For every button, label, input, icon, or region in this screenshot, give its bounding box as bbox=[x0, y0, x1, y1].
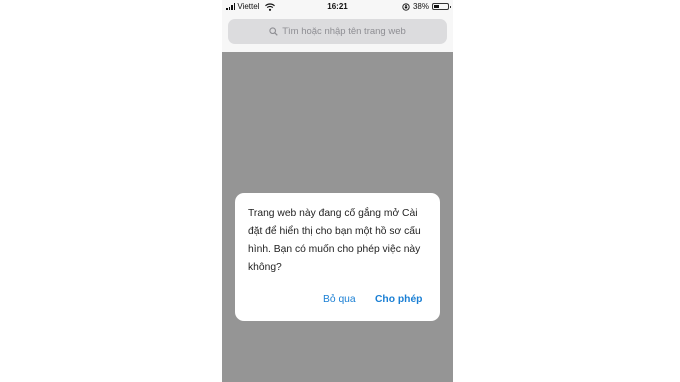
allow-button[interactable]: Cho phép bbox=[375, 294, 422, 305]
skip-button[interactable]: Bỏ qua bbox=[323, 294, 356, 305]
search-icon bbox=[269, 27, 278, 36]
status-right-group: 38% bbox=[402, 2, 451, 11]
status-bar: Viettel 16:21 38% bbox=[222, 0, 453, 15]
search-placeholder: Tìm hoặc nhập tên trang web bbox=[282, 26, 406, 37]
orientation-lock-icon bbox=[402, 2, 410, 11]
battery-icon bbox=[432, 3, 451, 10]
phone-screen: Viettel 16:21 38% Tìm hoặc nhập tên tran… bbox=[222, 0, 453, 382]
permission-dialog: Trang web này đang cố gắng mở Cài đặt để… bbox=[235, 193, 440, 321]
browser-top-bar: Viettel 16:21 38% Tìm hoặc nhập tên tran… bbox=[222, 0, 453, 52]
search-input[interactable]: Tìm hoặc nhập tên trang web bbox=[228, 19, 447, 44]
dialog-message: Trang web này đang cố gắng mở Cài đặt để… bbox=[248, 208, 421, 273]
battery-percent: 38% bbox=[412, 2, 429, 11]
